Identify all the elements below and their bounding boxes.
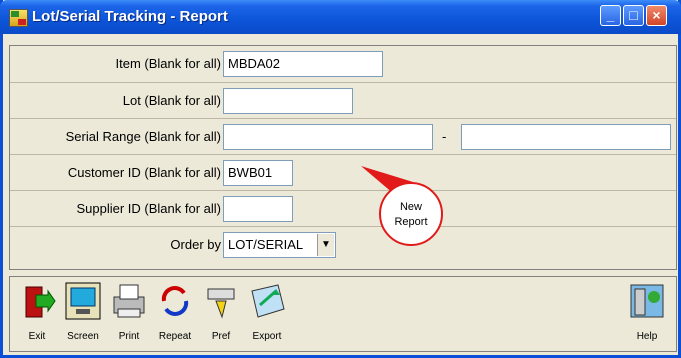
- screen-label: Screen: [67, 331, 99, 342]
- callout-line1: New: [400, 201, 422, 213]
- customer-label: Customer ID (Blank for all): [67, 165, 221, 180]
- order-by-label: Order by: [170, 237, 221, 252]
- supplier-label: Supplier ID (Blank for all): [76, 201, 222, 216]
- export-icon: [248, 281, 286, 321]
- preferences-icon: [202, 281, 240, 321]
- help-button[interactable]: Help: [624, 281, 670, 342]
- export-button[interactable]: Export: [244, 281, 290, 342]
- chevron-down-icon[interactable]: ▼: [317, 234, 334, 256]
- supplier-row: Supplier ID (Blank for all): [10, 190, 676, 227]
- help-icon: [628, 281, 666, 321]
- serial-to-input[interactable]: [461, 124, 671, 150]
- printer-icon: [110, 281, 148, 321]
- help-label: Help: [636, 331, 658, 342]
- exit-door-icon: [18, 281, 56, 321]
- export-label: Export: [252, 331, 282, 342]
- serial-label: Serial Range (Blank for all): [65, 129, 221, 144]
- monitor-icon: [64, 281, 102, 321]
- report-form: Item (Blank for all) MBDA02 Lot (Blank f…: [9, 45, 677, 270]
- order-by-value: LOT/SERIAL: [228, 237, 304, 252]
- exit-button[interactable]: Exit: [14, 281, 60, 342]
- pref-button[interactable]: Pref: [198, 281, 244, 342]
- order-row: Order by LOT/SERIAL ▼: [10, 226, 676, 269]
- print-button[interactable]: Print: [106, 281, 152, 342]
- app-icon: [9, 9, 28, 27]
- print-label: Print: [118, 331, 140, 342]
- report-window: Lot/Serial Tracking - Report _ □ × Item …: [0, 0, 681, 358]
- title-bar[interactable]: Lot/Serial Tracking - Report _ □ ×: [0, 0, 681, 34]
- screen-button[interactable]: Screen: [60, 281, 106, 342]
- callout-bubble: [379, 182, 443, 246]
- item-row: Item (Blank for all) MBDA02: [10, 46, 676, 82]
- new-report-callout: New Report: [361, 166, 443, 246]
- serial-from-input[interactable]: [223, 124, 433, 150]
- item-label: Item (Blank for all): [115, 56, 221, 71]
- customer-row: Customer ID (Blank for all) BWB01: [10, 154, 676, 191]
- serial-row: Serial Range (Blank for all) -: [10, 118, 676, 155]
- exit-label: Exit: [28, 331, 46, 342]
- serial-range-dash: -: [442, 129, 447, 144]
- repeat-label: Repeat: [158, 331, 192, 342]
- close-button[interactable]: ×: [646, 5, 667, 26]
- pref-label: Pref: [211, 331, 231, 342]
- repeat-button[interactable]: Repeat: [152, 281, 198, 342]
- supplier-input[interactable]: [223, 196, 293, 222]
- toolbar: Exit Screen Print Repeat Pref Export Hel…: [9, 276, 677, 352]
- minimize-button[interactable]: _: [600, 5, 621, 26]
- maximize-button[interactable]: □: [623, 5, 644, 26]
- item-input[interactable]: MBDA02: [223, 51, 383, 77]
- callout-line2: Report: [394, 216, 427, 228]
- lot-row: Lot (Blank for all): [10, 82, 676, 119]
- repeat-arrows-icon: [156, 281, 194, 321]
- window-title: Lot/Serial Tracking - Report: [32, 8, 228, 25]
- order-by-select[interactable]: LOT/SERIAL ▼: [223, 232, 336, 258]
- customer-input[interactable]: BWB01: [223, 160, 293, 186]
- lot-input[interactable]: [223, 88, 353, 114]
- lot-label: Lot (Blank for all): [122, 93, 221, 108]
